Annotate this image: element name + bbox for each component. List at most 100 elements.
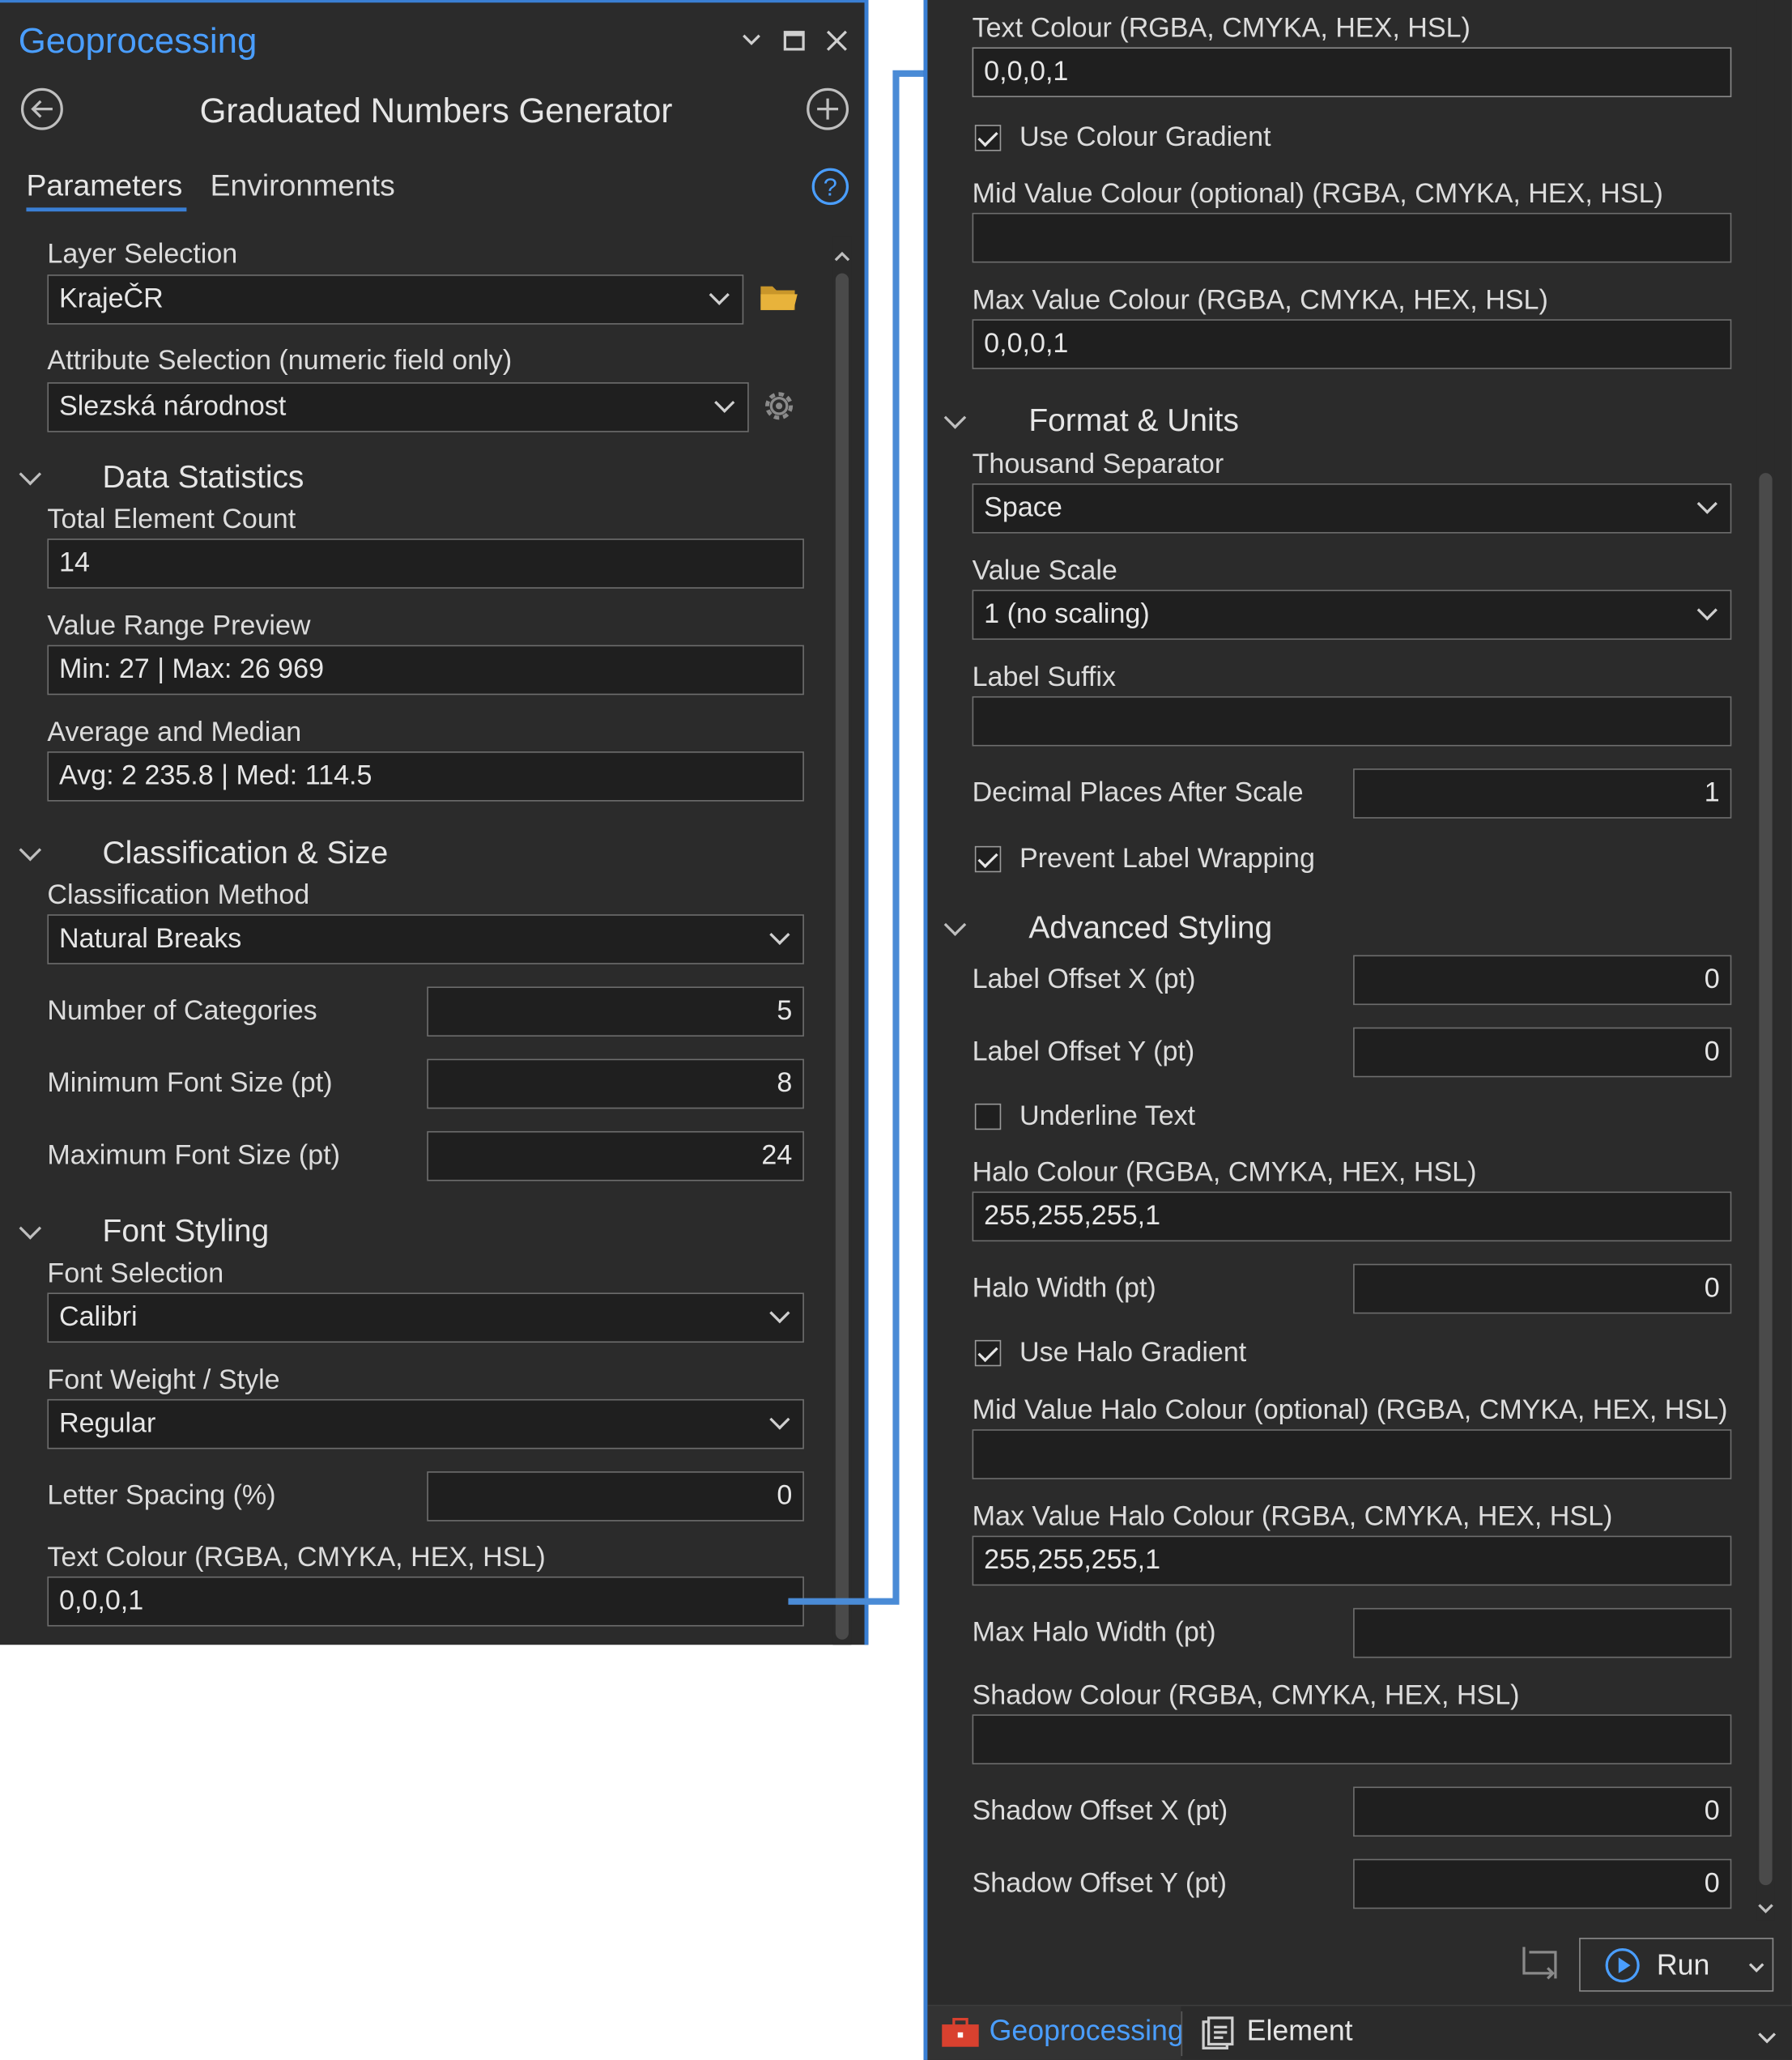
group-format-units[interactable]: Format & Units — [1028, 403, 1239, 440]
tool-title: Graduated Numbers Generator — [199, 90, 673, 130]
collapse-advanced-styling-icon[interactable] — [943, 913, 967, 936]
tab-geoprocessing[interactable]: Geoprocessing — [927, 2006, 1184, 2060]
prevent-wrapping-label: Prevent Label Wrapping — [1019, 843, 1315, 874]
num-categories-label: Number of Categories — [47, 995, 317, 1027]
scrollbar-thumb[interactable] — [1759, 473, 1773, 1886]
label-offset-y-label: Label Offset Y (pt) — [972, 1036, 1195, 1067]
font-selection-dropdown[interactable]: Calibri — [47, 1292, 804, 1343]
collapse-data-statistics-icon[interactable] — [19, 462, 42, 486]
mid-halo-colour-field[interactable] — [972, 1429, 1732, 1479]
shadow-colour-label: Shadow Colour (RGBA, CMYKA, HEX, HSL) — [972, 1680, 1520, 1711]
value-range-field[interactable]: Min: 27 | Max: 26 969 — [47, 645, 804, 696]
decimal-places-label: Decimal Places After Scale — [972, 777, 1304, 808]
tab-parameters[interactable]: Parameters — [26, 168, 182, 204]
font-selection-value: Calibri — [59, 1301, 138, 1333]
text-colour-field[interactable]: 0,0,0,1 — [47, 1576, 804, 1627]
value-scale-label: Value Scale — [972, 555, 1117, 586]
max-font-field[interactable]: 24 — [427, 1130, 804, 1181]
checkmark-icon — [977, 126, 998, 147]
max-value-colour-label: Max Value Colour (RGBA, CMYKA, HEX, HSL) — [972, 285, 1548, 316]
mid-value-colour-field[interactable] — [972, 212, 1732, 263]
text-colour-field[interactable]: 0,0,0,1 — [972, 47, 1732, 98]
min-font-field[interactable]: 8 — [427, 1058, 804, 1109]
max-font-label: Maximum Font Size (pt) — [47, 1140, 341, 1171]
classification-method-label: Classification Method — [47, 880, 310, 911]
scrollbar-right[interactable] — [1756, 0, 1775, 1921]
max-halo-width-label: Max Halo Width (pt) — [972, 1617, 1216, 1648]
group-font-styling[interactable]: Font Styling — [103, 1214, 270, 1250]
tab-environments[interactable]: Environments — [211, 168, 395, 204]
group-classification-size[interactable]: Classification & Size — [103, 836, 389, 872]
use-halo-gradient-checkbox[interactable] — [974, 1339, 1002, 1367]
group-advanced-styling[interactable]: Advanced Styling — [1028, 910, 1272, 947]
num-categories-field[interactable]: 5 — [427, 986, 804, 1037]
use-halo-gradient-label: Use Halo Gradient — [1019, 1337, 1247, 1368]
shadow-offset-y-label: Shadow Offset Y (pt) — [972, 1868, 1227, 1899]
tab-divider — [1181, 2011, 1183, 2057]
scroll-down-icon[interactable] — [1758, 1897, 1773, 1921]
element-icon[interactable] — [1201, 2016, 1235, 2057]
underline-text-checkbox[interactable] — [974, 1103, 1002, 1130]
label-suffix-label: Label Suffix — [972, 662, 1117, 693]
chevron-down-icon[interactable] — [1758, 2027, 1777, 2050]
run-play-icon — [1604, 1947, 1641, 1990]
attribute-selection-dropdown[interactable]: Slezská národnost — [47, 382, 749, 432]
label-offset-y-field[interactable]: 0 — [1353, 1027, 1732, 1078]
prevent-wrapping-checkbox[interactable] — [974, 845, 1002, 873]
collapse-font-styling-icon[interactable] — [19, 1217, 42, 1240]
bottom-tab-strip: Geoprocessing Element — [927, 2004, 1792, 2060]
avg-median-label: Average and Median — [47, 717, 302, 748]
mid-halo-colour-label: Mid Value Halo Colour (optional) (RGBA, … — [972, 1394, 1728, 1426]
value-scale-value: 1 (no scaling) — [984, 598, 1150, 630]
avg-median-field[interactable]: Avg: 2 235.8 | Med: 114.5 — [47, 751, 804, 802]
total-element-count-label: Total Element Count — [47, 504, 296, 535]
layer-selection-label: Layer Selection — [47, 239, 238, 270]
classification-method-value: Natural Breaks — [59, 923, 242, 954]
total-element-count-field[interactable]: 14 — [47, 538, 804, 589]
underline-text-label: Underline Text — [1019, 1100, 1196, 1131]
classification-method-dropdown[interactable]: Natural Breaks — [47, 914, 804, 964]
dropdown-chevron-icon — [1696, 493, 1718, 514]
shadow-offset-y-field[interactable]: 0 — [1353, 1858, 1732, 1909]
max-halo-colour-field[interactable]: 255,255,255,1 — [972, 1535, 1732, 1586]
shadow-offset-x-field[interactable]: 0 — [1353, 1786, 1732, 1837]
swap-icon[interactable] — [1518, 1944, 1560, 1990]
attribute-selection-value: Slezská národnost — [59, 391, 287, 422]
thousand-separator-dropdown[interactable]: Space — [972, 483, 1732, 534]
checkmark-icon — [977, 847, 998, 869]
back-arrow-icon[interactable] — [19, 87, 64, 138]
chevron-down-icon[interactable] — [741, 32, 762, 55]
thousand-separator-value: Space — [984, 492, 1062, 523]
layer-selection-value: KrajeČR — [59, 283, 164, 314]
value-range-label: Value Range Preview — [47, 611, 311, 641]
halo-width-label: Halo Width (pt) — [972, 1273, 1156, 1304]
toolbox-icon — [941, 2016, 981, 2054]
run-button[interactable]: Run — [1579, 1938, 1774, 1992]
letter-spacing-label: Letter Spacing (%) — [47, 1480, 276, 1511]
shadow-colour-field[interactable] — [972, 1714, 1732, 1764]
label-suffix-field[interactable] — [972, 696, 1732, 747]
use-colour-gradient-checkbox[interactable] — [974, 125, 1002, 151]
run-label: Run — [1656, 1948, 1710, 1981]
max-value-colour-field[interactable]: 0,0,0,1 — [972, 319, 1732, 369]
value-scale-dropdown[interactable]: 1 (no scaling) — [972, 589, 1732, 641]
collapse-classification-icon[interactable] — [19, 838, 42, 862]
pane-title: Geoprocessing — [18, 20, 258, 61]
decimal-places-field[interactable]: 1 — [1353, 768, 1732, 819]
halo-colour-field[interactable]: 255,255,255,1 — [972, 1191, 1732, 1242]
tab-element[interactable]: Element — [1247, 2014, 1353, 2048]
letter-spacing-field[interactable]: 0 — [427, 1471, 804, 1522]
max-halo-width-field[interactable] — [1353, 1607, 1732, 1658]
layer-selection-dropdown[interactable]: KrajeČR — [47, 275, 744, 325]
collapse-format-units-icon[interactable] — [943, 406, 967, 429]
label-offset-x-field[interactable]: 0 — [1353, 955, 1732, 1006]
halo-colour-label: Halo Colour (RGBA, CMYKA, HEX, HSL) — [972, 1157, 1477, 1188]
label-offset-x-label: Label Offset X (pt) — [972, 964, 1196, 995]
font-weight-dropdown[interactable]: Regular — [47, 1398, 804, 1449]
group-data-statistics[interactable]: Data Statistics — [103, 460, 304, 496]
halo-width-field[interactable]: 0 — [1353, 1263, 1732, 1314]
run-options-chevron-icon[interactable] — [1748, 1956, 1764, 1980]
tab-active-indicator — [26, 207, 187, 212]
attribute-selection-label: Attribute Selection (numeric field only) — [47, 345, 513, 377]
use-colour-gradient-label: Use Colour Gradient — [1019, 121, 1271, 153]
